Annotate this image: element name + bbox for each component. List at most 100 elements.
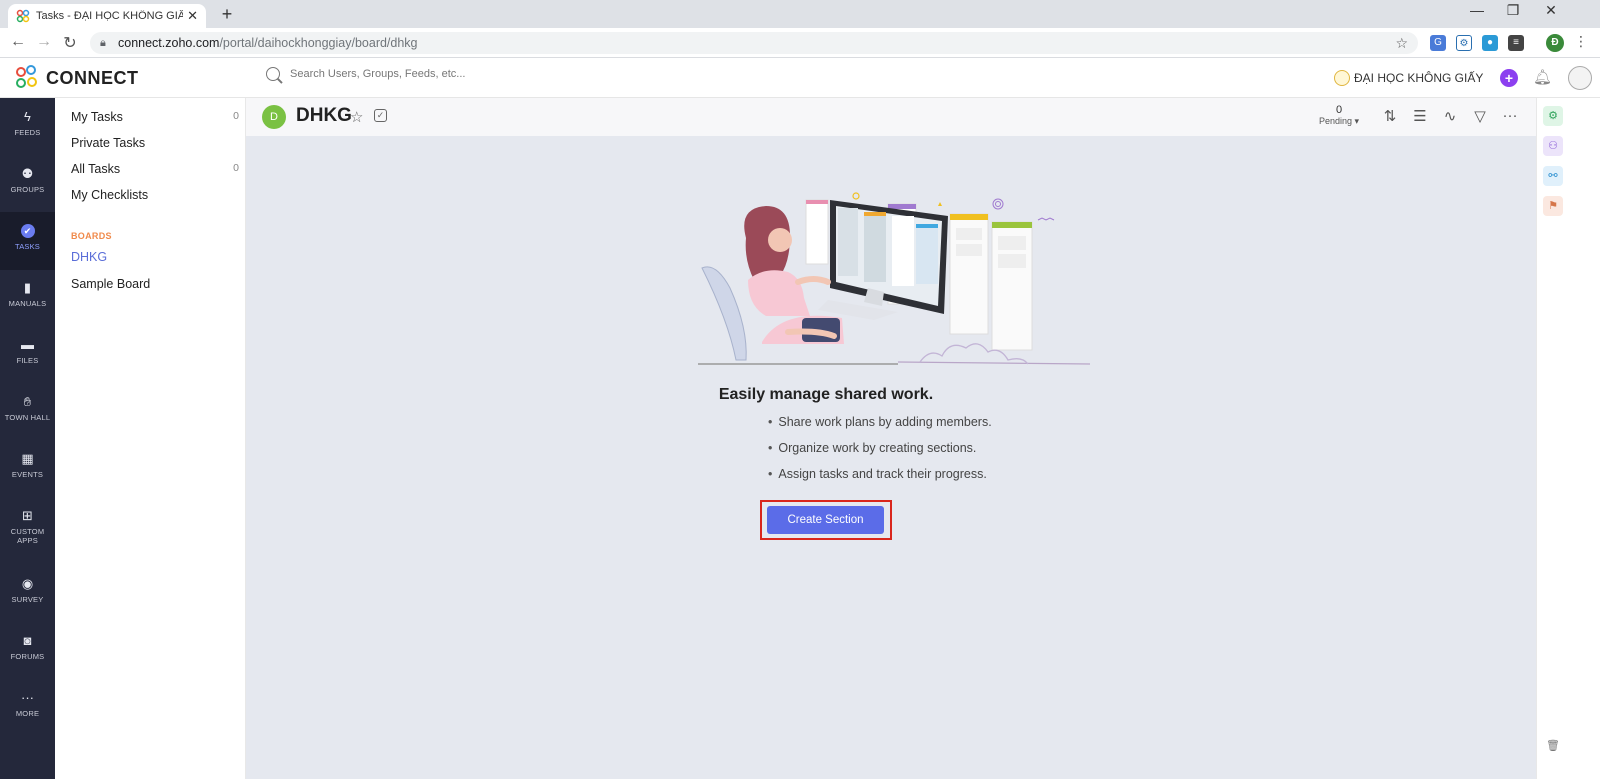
nav-more[interactable]: ··· MORE <box>0 679 55 737</box>
nav-label: FEEDS <box>14 128 41 137</box>
nav-groups[interactable]: ⚉ GROUPS <box>0 155 55 213</box>
nav-events[interactable]: ▦ EVENTS <box>0 440 55 498</box>
sidebar-item-private-tasks[interactable]: Private Tasks <box>71 136 239 150</box>
sidebar-item-board-sample[interactable]: Sample Board <box>71 277 239 291</box>
survey-icon: ◉ <box>21 576 34 591</box>
sidebar-item-label: All Tasks <box>71 162 121 176</box>
nav-label: EVENTS <box>11 470 44 479</box>
create-section-button[interactable]: Create Section <box>767 506 884 534</box>
checklist-icon[interactable]: ✓ <box>374 109 387 122</box>
right-rail: ⚙ ⚇ ⚯ ⚑ 🗑︎ <box>1536 98 1600 779</box>
org-name: ĐẠI HỌC KHÔNG GIẤY <box>1354 71 1484 85</box>
board-toolbar: D DHKG ☆ ✓ 0 Pending ▾ ⇅ ☰ ∿ ▽ ··· <box>246 98 1536 136</box>
new-tab-button[interactable]: + <box>216 3 238 25</box>
nav-custom-apps[interactable]: ⊞ CUSTOM APPS <box>0 497 55 561</box>
browser-tab-title: Tasks - ĐẠI HỌC KHÔNG GIẤY - <box>36 10 184 22</box>
activity-icon[interactable]: ∿ <box>1441 107 1459 125</box>
close-window-button[interactable]: ✕ <box>1536 2 1566 19</box>
chat-icon: ◙ <box>23 633 32 648</box>
check-circle-icon: ✔ <box>20 224 35 238</box>
members-icon[interactable]: ⚇ <box>1543 136 1563 156</box>
nav-label: FILES <box>16 356 39 365</box>
board-avatar: D <box>262 105 286 129</box>
empty-board-illustration <box>698 192 1090 365</box>
app-header: CONNECT ĐẠI HỌC KHÔNG GIẤY + 🔔︎ <box>0 58 1600 98</box>
org-switcher[interactable]: ĐẠI HỌC KHÔNG GIẤY <box>1334 70 1483 86</box>
nav-label: TOWN HALL <box>4 413 51 422</box>
zoho-favicon-icon <box>16 9 30 23</box>
empty-state-bullet: Assign tasks and track their progress. <box>768 467 986 481</box>
connect-logo-icon <box>14 65 42 91</box>
pending-label: Pending <box>1318 116 1352 126</box>
bolt-icon: ϟ <box>24 109 31 124</box>
browser-tab[interactable]: Tasks - ĐẠI HỌC KHÔNG GIẤY - ✕ <box>8 4 206 28</box>
back-arrow-icon[interactable]: ← <box>8 33 28 51</box>
nav-survey[interactable]: ◉ SURVEY <box>0 565 55 623</box>
nav-manuals[interactable]: ▮ MANUALS <box>0 269 55 327</box>
list-view-icon[interactable]: ☰ <box>1411 107 1429 125</box>
browser-menu-icon[interactable]: ⋮ <box>1574 33 1588 50</box>
address-bar[interactable]: 🔒︎ connect.zoho.com/portal/daihockhonggi… <box>90 32 1418 54</box>
maximize-window-button[interactable]: ❐ <box>1498 2 1528 19</box>
board-empty-state: Easily manage shared work. Share work pl… <box>246 136 1536 779</box>
global-search-input[interactable] <box>290 68 590 80</box>
more-options-icon[interactable]: ··· <box>1501 107 1519 124</box>
nav-tasks[interactable]: ✔ TASKS <box>0 212 55 270</box>
gear-extension-icon[interactable]: ⚙ <box>1456 35 1472 51</box>
sidebar-item-my-tasks[interactable]: My Tasks 0 <box>71 110 239 124</box>
lock-icon: 🔒︎ <box>100 37 106 49</box>
chevron-down-icon: ▾ <box>1354 116 1360 126</box>
settings-gear-icon[interactable]: ⚙ <box>1543 106 1563 126</box>
create-new-button[interactable]: + <box>1500 69 1518 87</box>
close-tab-icon[interactable]: ✕ <box>187 8 198 24</box>
integrations-icon[interactable]: ⚯ <box>1543 166 1563 186</box>
trash-icon[interactable]: 🗑︎ <box>1543 736 1563 756</box>
bookmark-star-icon[interactable]: ☆ <box>1395 32 1408 54</box>
bell-icon[interactable]: 🔔︎ <box>1533 68 1552 86</box>
folder-icon: ▬ <box>21 337 34 352</box>
translate-extension-icon[interactable]: G <box>1430 35 1446 51</box>
drop-extension-icon[interactable]: ● <box>1482 35 1498 51</box>
sidebar-item-label: My Checklists <box>71 188 149 202</box>
sidebar-item-label: Private Tasks <box>71 136 146 150</box>
search-icon <box>266 67 280 81</box>
sidebar-item-label: My Tasks <box>71 110 123 124</box>
nav-label: FORUMS <box>10 652 45 661</box>
browser-profile-avatar[interactable]: Đ <box>1546 34 1564 52</box>
nav-forums[interactable]: ◙ FORUMS <box>0 622 55 680</box>
favorite-star-icon[interactable]: ☆ <box>350 108 363 126</box>
left-navigation: ϟ FEEDS ⚉ GROUPS ✔ TASKS ▮ MANUALS ▬ FIL… <box>0 98 55 779</box>
browser-tab-bar: Tasks - ĐẠI HỌC KHÔNG GIẤY - ✕ + — ❐ ✕ <box>0 0 1600 28</box>
groups-icon: ⚉ <box>21 166 34 181</box>
sort-icon[interactable]: ⇅ <box>1381 107 1399 125</box>
hand-icon: ✋︎ <box>23 394 32 409</box>
tasks-sidebar: My Tasks 0 Private Tasks All Tasks 0 My … <box>55 98 246 779</box>
sidebar-item-board-dhkg[interactable]: DHKG <box>71 250 239 264</box>
pending-filter[interactable]: 0 Pending ▾ <box>1312 104 1366 127</box>
boards-section-label: BOARDS <box>71 231 112 241</box>
task-count: 0 <box>233 162 239 174</box>
minimize-window-button[interactable]: — <box>1462 2 1492 18</box>
book-icon: ▮ <box>23 280 32 295</box>
url-path: /portal/daihockhonggiay/board/dhkg <box>219 36 418 50</box>
nav-feeds[interactable]: ϟ FEEDS <box>0 98 55 156</box>
nav-files[interactable]: ▬ FILES <box>0 326 55 384</box>
apps-icon: ⊞ <box>22 508 33 523</box>
reload-icon[interactable]: ↻ <box>60 33 80 53</box>
nav-label: CUSTOM <box>10 527 45 536</box>
empty-state-bullet: Organize work by creating sections. <box>768 441 976 455</box>
forward-arrow-icon[interactable]: → <box>34 33 54 51</box>
user-avatar[interactable] <box>1568 66 1592 90</box>
nav-label: MORE <box>15 709 40 718</box>
flag-icon[interactable]: ⚑ <box>1543 196 1563 216</box>
brand-name: CONNECT <box>46 68 139 88</box>
sidebar-item-my-checklists[interactable]: My Checklists <box>71 188 239 202</box>
more-icon: ··· <box>21 690 34 705</box>
list-extension-icon[interactable]: ≡ <box>1508 35 1524 51</box>
nav-label: APPS <box>17 536 38 545</box>
nav-label: GROUPS <box>10 185 45 194</box>
sidebar-item-all-tasks[interactable]: All Tasks 0 <box>71 162 239 176</box>
nav-town-hall[interactable]: ✋︎ TOWN HALL <box>0 383 55 441</box>
org-badge-icon <box>1334 70 1350 86</box>
filter-icon[interactable]: ▽ <box>1471 107 1489 125</box>
